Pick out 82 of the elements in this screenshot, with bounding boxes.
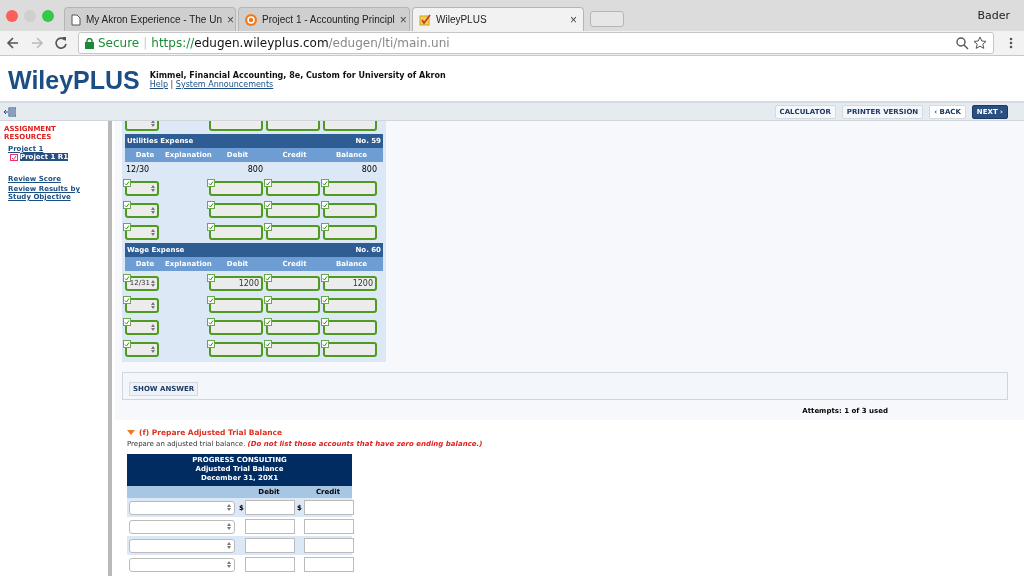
debit-input[interactable] [209, 180, 263, 196]
checkmark-icon [419, 13, 431, 26]
secure-label: Secure [98, 36, 140, 50]
credit-input[interactable] [266, 341, 320, 357]
circle-logo-icon [245, 13, 257, 26]
date-dropdown[interactable] [125, 297, 159, 313]
balance-input[interactable]: 1200 [323, 275, 377, 291]
address-divider: | [143, 36, 148, 50]
credit-input[interactable] [304, 538, 354, 553]
collapse-sidebar-icon[interactable] [4, 106, 16, 117]
debit-input[interactable] [245, 500, 295, 515]
close-tab-button[interactable]: × [570, 12, 577, 27]
balance-input[interactable] [323, 319, 377, 335]
credit-input[interactable] [266, 319, 320, 335]
debit-input[interactable] [245, 557, 295, 572]
profile-name[interactable]: Bader [977, 9, 1010, 22]
credit-input[interactable] [304, 519, 354, 534]
spinner-icon[interactable] [227, 542, 231, 549]
zoom-icon[interactable] [955, 36, 969, 50]
debit-input[interactable] [245, 519, 295, 534]
credit-input[interactable] [266, 297, 320, 313]
spinner-icon[interactable] [151, 323, 155, 331]
credit-input[interactable] [266, 224, 320, 240]
balance-input[interactable] [323, 297, 377, 313]
spinner-icon[interactable] [227, 523, 231, 530]
balance-input[interactable] [323, 224, 377, 240]
credit-input[interactable] [304, 557, 354, 572]
url-text: https://edugen.wileyplus.com/edugen/lti/main.uni [151, 36, 450, 50]
close-window-button[interactable] [6, 9, 18, 22]
debit-input[interactable] [209, 202, 263, 218]
browser-tab[interactable]: Project 1 - Accounting Principl × [238, 7, 410, 31]
browser-tab[interactable]: WileyPLUS × [412, 7, 584, 31]
spinner-icon[interactable] [151, 345, 155, 353]
header-link[interactable]: System Announcements [175, 80, 274, 89]
debit-input[interactable] [209, 341, 263, 357]
logo: WileyPLUS [8, 65, 140, 95]
lock-icon [85, 37, 94, 49]
spinner-icon[interactable] [151, 206, 155, 214]
account-dropdown[interactable] [129, 557, 235, 572]
date-dropdown[interactable] [125, 341, 159, 357]
collapse-arrow-icon[interactable] [127, 430, 135, 435]
browser-tab[interactable]: My Akron Experience - The Un × [64, 7, 236, 31]
date-dropdown[interactable] [125, 224, 159, 240]
date-dropdown[interactable] [125, 319, 159, 335]
debit-input[interactable] [209, 224, 263, 240]
date-dropdown[interactable] [125, 180, 159, 196]
account-dropdown[interactable] [129, 519, 235, 534]
spinner-icon[interactable] [151, 228, 155, 236]
account-dropdown[interactable] [129, 538, 235, 553]
course-title: Kimmel, Financial Accounting, 8e, Custom for University of Akron [149, 71, 446, 80]
link-separator: | [170, 80, 174, 89]
account-dropdown[interactable] [129, 500, 235, 515]
credit-input[interactable] [266, 180, 320, 196]
debit-input[interactable] [245, 538, 295, 553]
close-tab-button[interactable]: × [399, 12, 407, 27]
spinner-icon[interactable] [151, 184, 155, 192]
close-tab-button[interactable]: × [227, 12, 234, 27]
debit-input[interactable]: 1200 [209, 275, 263, 291]
checkbox-icon [10, 153, 18, 161]
debit-input[interactable] [209, 319, 263, 335]
table-cell-text: 800 [360, 164, 378, 174]
credit-input[interactable] [304, 500, 354, 515]
spinner-icon[interactable] [151, 279, 155, 287]
spinner-icon[interactable] [151, 121, 155, 127]
back-icon[interactable] [6, 36, 20, 50]
table-cell-text: 800 [246, 164, 264, 174]
spinner-icon[interactable] [227, 561, 231, 568]
debit-input[interactable] [209, 297, 263, 313]
reload-icon[interactable] [54, 36, 68, 50]
star-icon[interactable] [973, 36, 987, 50]
date-dropdown[interactable] [125, 202, 159, 218]
credit-input[interactable] [266, 275, 320, 291]
address-bar[interactable]: Secure | https://edugen.wileyplus.com/edugen/lti/main.uni [78, 32, 994, 54]
header-link[interactable]: Help [149, 80, 168, 89]
balance-input[interactable] [323, 202, 377, 218]
table-cell-text: 12/30 [125, 164, 151, 174]
credit-input[interactable] [266, 202, 320, 218]
balance-input[interactable] [323, 180, 377, 196]
spinner-icon[interactable] [151, 301, 155, 309]
page-icon [71, 13, 81, 26]
spinner-icon[interactable] [227, 504, 231, 511]
balance-input[interactable] [323, 341, 377, 357]
